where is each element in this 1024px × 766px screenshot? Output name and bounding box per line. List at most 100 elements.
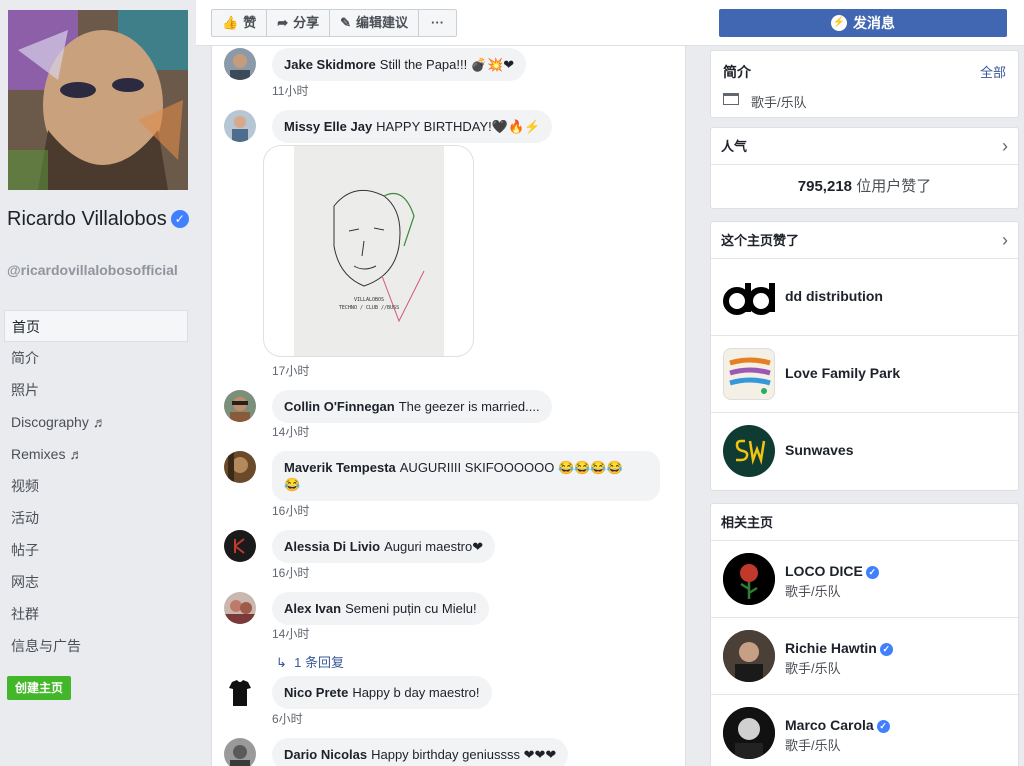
nav-item-events[interactable]: 活动 (4, 502, 188, 534)
popularity-count: 795,218 位用户赞了 (797, 178, 932, 195)
commenter-avatar[interactable] (224, 451, 256, 483)
action-buttons: 👍 赞 ➦ 分享 ✎ 编辑建议 ··· (211, 9, 458, 37)
share-arrow-icon: ➦ (277, 15, 289, 30)
comment-text: Semeni puțin cu Mielu! (345, 601, 477, 616)
nav-item-discography[interactable]: Discography ♬ (4, 406, 188, 438)
comment-author[interactable]: Jake Skidmore (284, 57, 376, 72)
comment-time[interactable]: 17小时 (272, 362, 309, 379)
related-page-row[interactable]: Marco Carola ✓ 歌手/乐队 (711, 695, 1018, 766)
commenter-avatar[interactable] (224, 738, 256, 766)
liked-page-row[interactable]: Love Family Park (711, 336, 1018, 413)
liked-page-name[interactable]: dd distribution (785, 288, 883, 304)
comment-time[interactable]: 14小时 (272, 625, 309, 642)
nav-item-about[interactable]: 简介 (4, 342, 188, 374)
nav-item-info-ads[interactable]: 信息与广告 (4, 630, 188, 662)
category-icon (723, 93, 739, 105)
comment-bubble: Nico Prete Happy b day maestro! (272, 676, 492, 709)
page-name[interactable]: Ricardo Villalobos ✓ (7, 205, 192, 233)
more-button[interactable]: ··· (419, 10, 456, 36)
nav-item-community[interactable]: 社群 (4, 598, 188, 630)
verified-badge-icon: ✓ (879, 643, 893, 656)
comment-bubble: Jake Skidmore Still the Papa!!! 💣💥❤ (272, 48, 527, 81)
comment-text: Happy birthday geniussss ❤❤❤ (371, 747, 557, 762)
liked-page-name[interactable]: Love Family Park (785, 365, 900, 381)
comment-text-continued: 😂 (284, 477, 301, 492)
comment-time[interactable]: 14小时 (272, 423, 309, 440)
comment-author[interactable]: Collin O'Finnegan (284, 399, 395, 414)
comment-bubble: Alessia Di Livio Auguri maestro❤ (272, 530, 496, 563)
left-column: Ricardo Villalobos ✓ @ricardovillalobosof… (0, 0, 196, 766)
comment-text: HAPPY BIRTHDAY!🖤🔥⚡ (376, 119, 541, 134)
page-action-bar: 👍 赞 ➦ 分享 ✎ 编辑建议 ··· ⚡ 发消息 (196, 0, 1024, 46)
related-pages-card: 相关主页 LOCO DICE ✓ 歌手/乐队 Richie Hawtin ✓ 歌手/… (710, 503, 1019, 766)
comment-text: Auguri maestro❤ (384, 539, 484, 554)
create-page-button[interactable]: 创建主页 (7, 676, 72, 700)
comment-author[interactable]: Alessia Di Livio (284, 539, 380, 554)
nav-item-posts[interactable]: 帖子 (4, 534, 188, 566)
loco-dice-avatar (723, 553, 775, 605)
comment-bubble: Maverik Tempesta AUGURIIII SKIFOOOOOO 😂😂😂… (272, 451, 660, 501)
comment-author[interactable]: Alex Ivan (284, 601, 341, 616)
profile-picture[interactable] (8, 10, 188, 190)
comment-time[interactable]: 16小时 (272, 502, 309, 519)
sketch-caption-line2: TECHNO / CLUB //BUSS (339, 305, 399, 311)
nav-item-photos[interactable]: 照片 (4, 374, 188, 406)
nav-item-home[interactable]: 首页 (4, 310, 188, 342)
liked-pages-card: 这个主页赞了 › dd distribution Love Family Par… (710, 221, 1019, 491)
commenter-avatar[interactable] (224, 530, 256, 562)
comment-text: The geezer is married.... (398, 399, 540, 414)
marco-carola-avatar (723, 707, 775, 759)
nav-item-videos[interactable]: 视频 (4, 470, 188, 502)
about-see-all-link[interactable]: 全部 (980, 62, 1006, 81)
commenter-avatar[interactable] (224, 592, 256, 624)
commenter-avatar[interactable] (224, 390, 256, 422)
comment-text: Still the Papa!!! 💣💥❤ (379, 57, 515, 72)
nav-item-notes[interactable]: 网志 (4, 566, 188, 598)
page-nav: 首页 简介 照片 Discography ♬ Remixes ♬ 视频 活动 帖… (4, 310, 188, 662)
comment-author[interactable]: Maverik Tempesta (284, 460, 396, 475)
comment-author[interactable]: Nico Prete (284, 685, 348, 700)
liked-page-row[interactable]: Sunwaves (711, 413, 1018, 490)
related-page-category: 歌手/乐队 (785, 661, 841, 676)
pencil-icon: ✎ (340, 15, 352, 30)
comment-time[interactable]: 6小时 (272, 710, 303, 727)
commenter-avatar[interactable] (224, 48, 256, 80)
nav-item-remixes[interactable]: Remixes ♬ (4, 438, 188, 470)
about-category[interactable]: 歌手/乐队 (751, 92, 807, 111)
liked-pages-header[interactable]: 这个主页赞了 › (711, 222, 1018, 259)
comment-author[interactable]: Missy Elle Jay (284, 119, 372, 134)
comment-text: AUGURIIII SKIFOOOOOO 😂😂😂😂 (399, 460, 623, 475)
commenter-avatar[interactable] (224, 110, 256, 142)
share-button[interactable]: ➦ 分享 (267, 10, 331, 36)
related-page-name[interactable]: LOCO DICE ✓ (785, 563, 879, 579)
liked-page-name[interactable]: Sunwaves (785, 442, 853, 458)
sunwaves-logo (723, 425, 775, 477)
comment-time[interactable]: 11小时 (272, 82, 308, 99)
popularity-header[interactable]: 人气 › (711, 128, 1018, 165)
comment-bubble: Missy Elle Jay HAPPY BIRTHDAY!🖤🔥⚡ (272, 110, 553, 143)
richie-hawtin-avatar (723, 630, 775, 682)
verified-badge-icon: ✓ (170, 210, 189, 228)
sketch-caption-line1: VILLALOBOS (354, 297, 384, 303)
related-page-name[interactable]: Richie Hawtin ✓ (785, 640, 893, 656)
related-page-row[interactable]: Richie Hawtin ✓ 歌手/乐队 (711, 618, 1018, 695)
related-page-name[interactable]: Marco Carola ✓ (785, 717, 890, 733)
thumbs-up-icon: 👍 (222, 15, 239, 30)
comment-author[interactable]: Dario Nicolas (284, 747, 367, 762)
comment-time[interactable]: 16小时 (272, 564, 309, 581)
related-page-row[interactable]: LOCO DICE ✓ 歌手/乐队 (711, 541, 1018, 618)
comment-bubble: Dario Nicolas Happy birthday geniussss ❤❤… (272, 738, 569, 766)
related-pages-header: 相关主页 (711, 504, 1018, 541)
comment-attachment-image[interactable]: VILLALOBOS TECHNO / CLUB //BUSS (263, 145, 474, 357)
about-card: 简介 全部 歌手/乐队 (710, 50, 1019, 118)
view-replies-link[interactable]: ↳ 1 条回复 (276, 652, 344, 671)
popularity-card: 人气 › 795,218 位用户赞了 (710, 127, 1019, 209)
suggest-edit-button[interactable]: ✎ 编辑建议 (330, 10, 420, 36)
related-page-category: 歌手/乐队 (785, 738, 841, 753)
comments-feed: Jake Skidmore Still the Papa!!! 💣💥❤ 11小时 … (211, 46, 686, 766)
page-handle[interactable]: @ricardovillalobosofficial (7, 262, 189, 279)
commenter-avatar[interactable] (224, 676, 256, 708)
liked-page-row[interactable]: dd distribution (711, 259, 1018, 336)
like-button[interactable]: 👍 赞 (212, 10, 268, 36)
send-message-button[interactable]: ⚡ 发消息 (719, 9, 1007, 37)
